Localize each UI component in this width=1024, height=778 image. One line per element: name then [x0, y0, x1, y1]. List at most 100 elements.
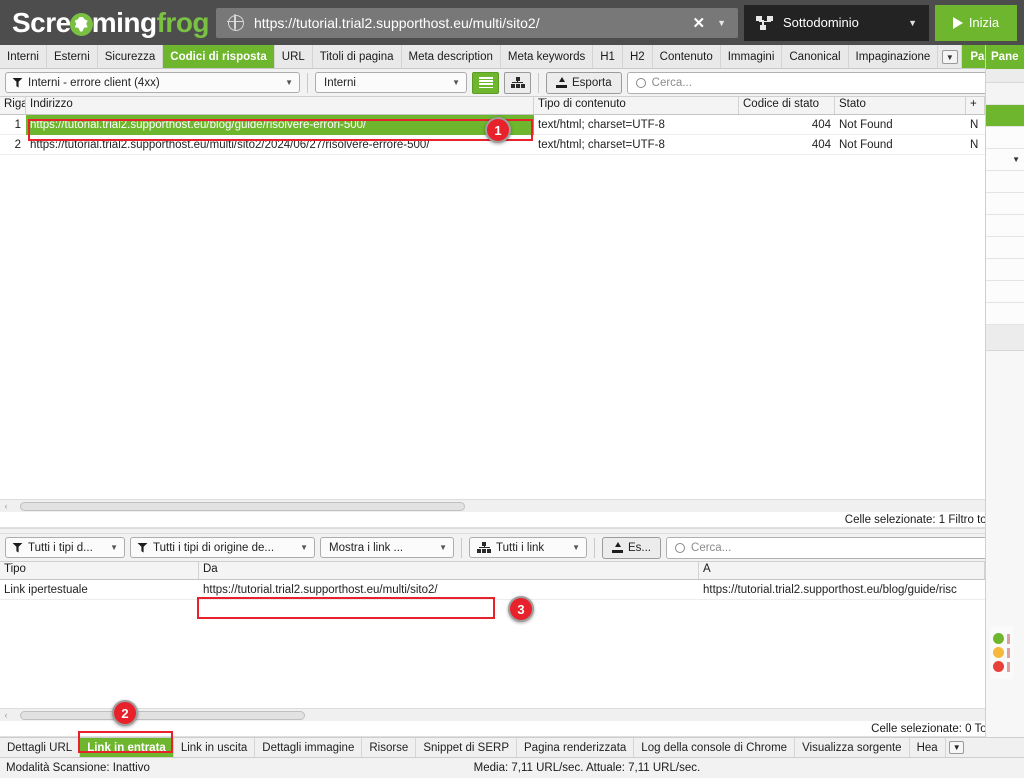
- right-panel-tab[interactable]: Pane: [986, 45, 1024, 69]
- tree-icon: [510, 77, 525, 88]
- right-panel-row[interactable]: [986, 259, 1024, 281]
- scroll-left-icon[interactable]: ‹: [0, 501, 12, 511]
- scroll-thumb[interactable]: [20, 710, 305, 720]
- tab-label: Sicurezza: [104, 50, 156, 63]
- table-row[interactable]: 2 https://tutorial.trial2.supporthost.eu…: [0, 135, 1024, 155]
- origin-type-value: Tutti i tipi di origine de...: [153, 541, 275, 554]
- red-status-dot-icon: [993, 661, 1004, 672]
- search-input[interactable]: Cerca...: [626, 71, 1019, 94]
- globe-icon: [227, 13, 244, 31]
- frog-logo-icon: [69, 12, 93, 36]
- right-panel-row-selected[interactable]: [986, 105, 1024, 127]
- table-row[interactable]: 1 https://tutorial.trial2.supporthost.eu…: [0, 114, 1024, 135]
- col-riga[interactable]: Riga: [0, 97, 26, 114]
- bottom-tab-log-console-chrome[interactable]: Log della console di Chrome: [634, 738, 796, 757]
- col-tipo[interactable]: Tipo: [0, 562, 199, 579]
- right-panel-row[interactable]: [986, 193, 1024, 215]
- tab-label: Meta keywords: [507, 50, 586, 63]
- bottom-tab-visualizza-sorgente[interactable]: Visualizza sorgente: [795, 738, 910, 757]
- col-stato[interactable]: Stato: [835, 97, 966, 114]
- right-panel-row[interactable]: [986, 83, 1024, 105]
- tab-canonical[interactable]: Canonical: [782, 45, 849, 68]
- tab-label: H2: [629, 50, 645, 63]
- callout-1: 1: [485, 117, 511, 143]
- logo-wordmark: Scre mingfrog: [12, 7, 210, 39]
- url-history-chevron-down-icon[interactable]: ▼: [715, 18, 738, 28]
- right-panel-row[interactable]: [986, 281, 1024, 303]
- lower-grid-hscrollbar[interactable]: ‹ ›: [0, 708, 1024, 721]
- table-row[interactable]: Link ipertestuale https://tutorial.trial…: [0, 580, 1024, 600]
- bottom-tab-dettagli-immagine[interactable]: Dettagli immagine: [255, 738, 363, 757]
- tab-meta-keywords[interactable]: Meta keywords: [500, 45, 594, 68]
- all-links-select[interactable]: Tutti i link ▼: [469, 537, 587, 558]
- scroll-left-icon[interactable]: ‹: [0, 710, 12, 720]
- col-codice-di-stato[interactable]: Codice di stato: [739, 97, 835, 114]
- right-panel-row[interactable]: ▼: [986, 149, 1024, 171]
- tab-label: URL: [281, 50, 305, 63]
- right-panel-row[interactable]: [986, 237, 1024, 259]
- app-header: Scre mingfrog https://tutorial.trial2.sup…: [0, 0, 1024, 45]
- tab-sicurezza[interactable]: Sicurezza: [97, 45, 164, 68]
- lower-grid-status: Celle selezionate: 0 Totale: 1: [0, 721, 1024, 737]
- lower-export-button[interactable]: Es...: [602, 536, 662, 559]
- chevron-down-icon[interactable]: ▼: [986, 149, 1024, 171]
- scope-select[interactable]: Interni ▼: [315, 72, 467, 93]
- legend-item-error: [993, 661, 1010, 672]
- export-button[interactable]: Esporta: [546, 71, 622, 94]
- status-bar: Modalità Scansione: Inattivo Media: 7,11…: [0, 758, 1024, 778]
- right-panel-row[interactable]: [986, 127, 1024, 149]
- tab-label: Interni: [7, 50, 39, 63]
- tab-interni[interactable]: Interni: [0, 45, 47, 68]
- tab-impaginazione[interactable]: Impaginazione: [848, 45, 939, 68]
- scroll-track[interactable]: [12, 710, 1012, 720]
- crawl-mode-chevron-down-icon[interactable]: ▼: [908, 18, 929, 28]
- bottom-tab-headers[interactable]: Hea: [909, 738, 946, 757]
- tab-contenuto[interactable]: Contenuto: [652, 45, 721, 68]
- tab-h2[interactable]: H2: [622, 45, 653, 68]
- tab-titoli-di-pagina[interactable]: Titoli di pagina: [312, 45, 402, 68]
- tab-esterni[interactable]: Esterni: [46, 45, 98, 68]
- clear-url-icon[interactable]: ✕: [683, 14, 716, 32]
- main-grid-hscrollbar[interactable]: ‹ ›: [0, 499, 1024, 512]
- tree-view-button[interactable]: [504, 71, 531, 94]
- start-crawl-button[interactable]: Inizia: [935, 4, 1017, 41]
- filter-select[interactable]: Interni - errore client (4xx) ▼: [5, 72, 300, 93]
- legend-label: [1007, 647, 1010, 658]
- url-input[interactable]: https://tutorial.trial2.supporthost.eu/m…: [254, 15, 683, 31]
- origin-type-select[interactable]: Tutti i tipi di origine de... ▼: [130, 537, 315, 558]
- right-panel-row[interactable]: [986, 215, 1024, 237]
- more-bottom-tabs-button[interactable]: ▼: [945, 738, 968, 757]
- toolbar-divider: [461, 537, 462, 558]
- tab-meta-description[interactable]: Meta description: [401, 45, 501, 68]
- tab-immagini[interactable]: Immagini: [720, 45, 783, 68]
- bottom-tab-link-in-entrata[interactable]: Link in entrata: [80, 738, 174, 757]
- lower-search-input[interactable]: Cerca...: [666, 536, 1019, 559]
- bottom-tab-dettagli-url[interactable]: Dettagli URL: [0, 738, 81, 757]
- tab-codici-di-risposta[interactable]: Codici di risposta: [163, 45, 275, 68]
- show-links-select[interactable]: Mostra i link ... ▼: [320, 537, 454, 558]
- bottom-tab-snippet-di-serp[interactable]: Snippet di SERP: [416, 738, 517, 757]
- bottom-tab-label: Risorse: [369, 741, 409, 754]
- bottom-tab-risorse[interactable]: Risorse: [362, 738, 417, 757]
- crawl-mode-select[interactable]: Sottodominio ▼: [744, 4, 929, 41]
- link-type-select[interactable]: Tutti i tipi d... ▼: [5, 537, 125, 558]
- chevron-down-icon: ▼: [949, 741, 965, 754]
- tab-h1[interactable]: H1: [593, 45, 623, 68]
- list-view-button[interactable]: [472, 71, 499, 94]
- scroll-track[interactable]: [12, 501, 1012, 511]
- col-indirizzo[interactable]: Indirizzo: [26, 97, 534, 114]
- col-a[interactable]: A: [699, 562, 985, 579]
- chevron-down-icon: ▼: [285, 78, 293, 87]
- right-panel-row[interactable]: [986, 303, 1024, 325]
- bottom-tab-pagina-renderizzata[interactable]: Pagina renderizzata: [517, 738, 635, 757]
- col-extra[interactable]: +: [966, 97, 985, 114]
- scroll-thumb[interactable]: [20, 501, 465, 511]
- tab-label: Contenuto: [659, 50, 713, 63]
- tab-url[interactable]: URL: [274, 45, 313, 68]
- right-panel-row[interactable]: [986, 171, 1024, 193]
- url-bar[interactable]: https://tutorial.trial2.supporthost.eu/m…: [216, 7, 738, 38]
- more-tabs-button[interactable]: ▼: [938, 45, 963, 68]
- col-tipo-di-contenuto[interactable]: Tipo di contenuto: [534, 97, 739, 114]
- bottom-tab-link-in-uscita[interactable]: Link in uscita: [173, 738, 256, 757]
- col-da[interactable]: Da: [199, 562, 699, 579]
